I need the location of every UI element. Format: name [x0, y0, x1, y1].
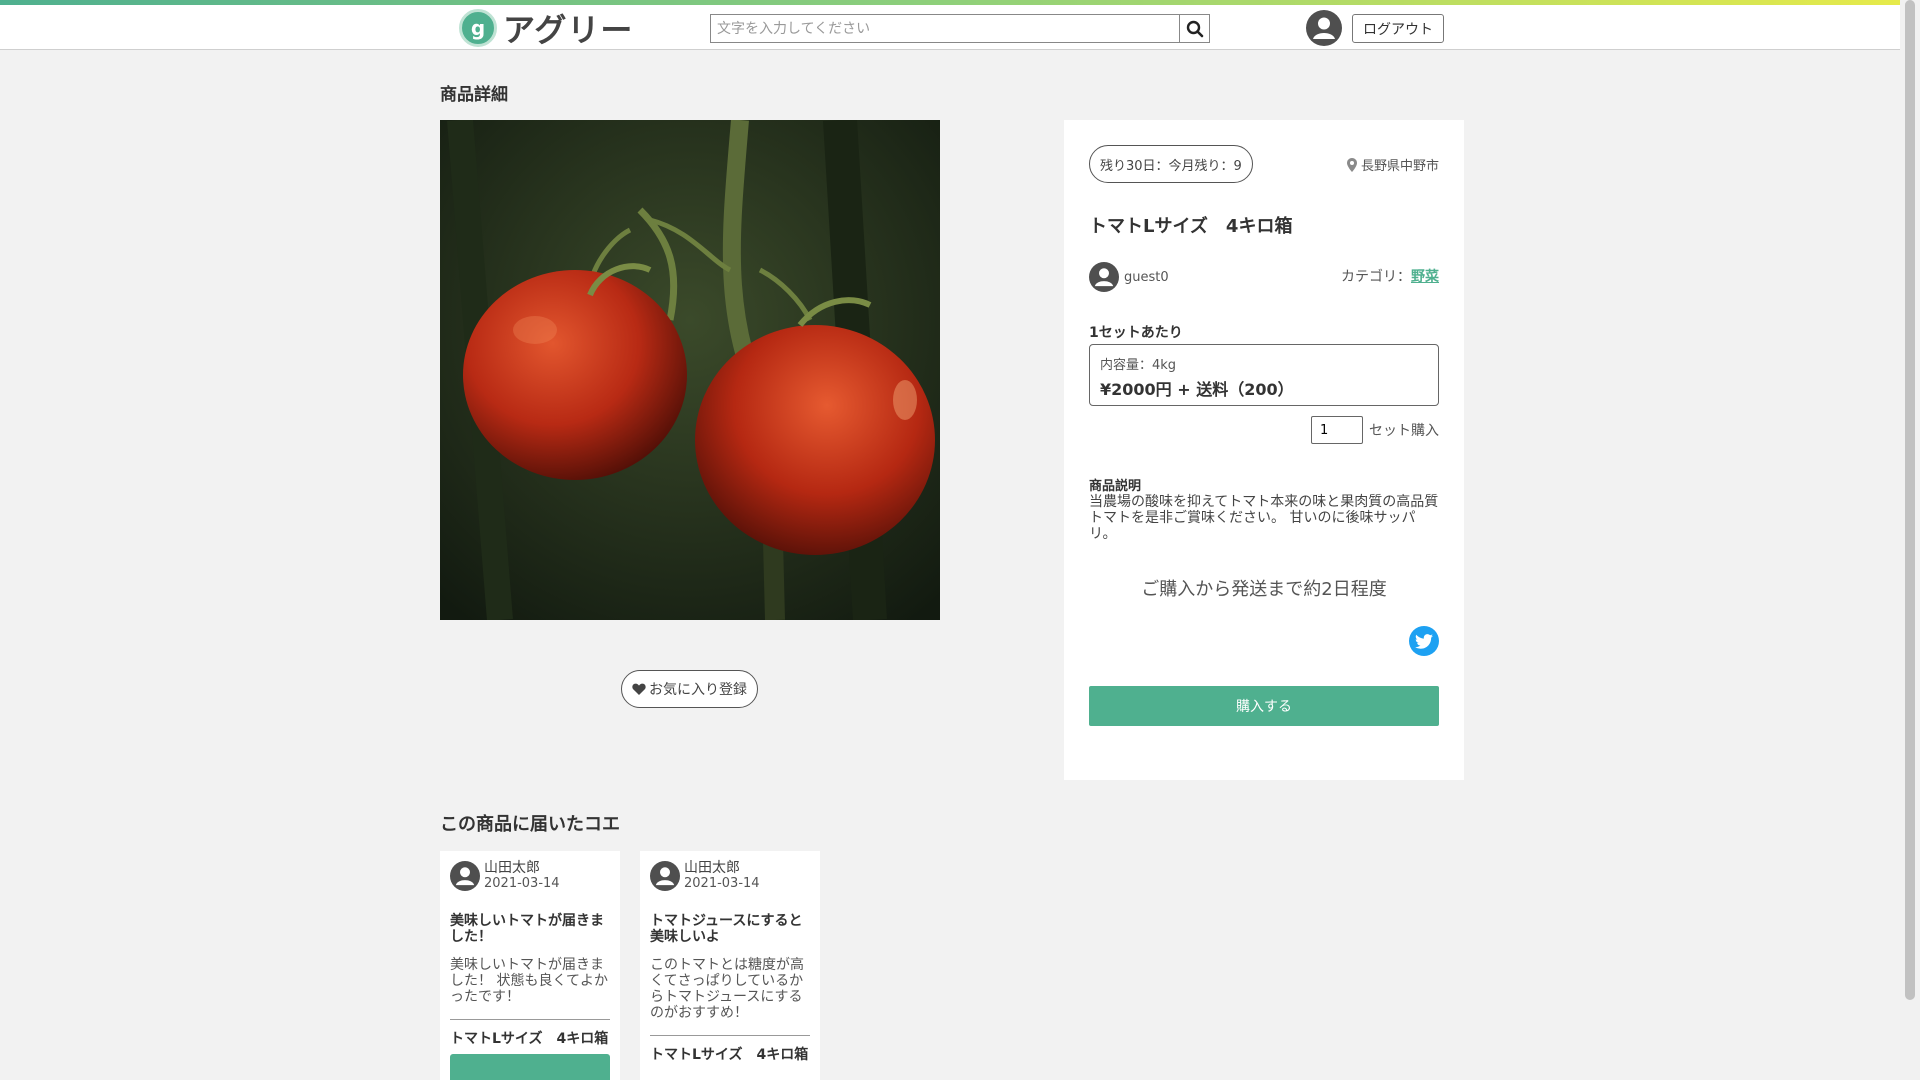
- reviewer-name: 山田太郎: [684, 860, 740, 876]
- set-purchase-label: セット購入: [1369, 423, 1439, 439]
- seller[interactable]: guest0: [1089, 262, 1169, 292]
- logo-text: アグリー: [503, 11, 634, 49]
- twitter-share-button[interactable]: [1409, 626, 1439, 656]
- seller-name: guest0: [1124, 269, 1169, 285]
- search-icon: [1186, 20, 1203, 37]
- header-gradient-stripe: [0, 0, 1900, 5]
- voice-divider: [450, 1019, 610, 1020]
- voice-body: このトマトとは糖度が高くてさっぱりしているからトマトジュースにするのがおすすめ！: [650, 957, 804, 1021]
- scrollbar-thumb[interactable]: [1905, 0, 1915, 1000]
- voice-card[interactable]: 山田太郎 2021-03-14 トマトジュースにすると美味しいよ このトマトとは…: [640, 851, 820, 1080]
- top-bar: g アグリー ログアウト: [0, 0, 1900, 50]
- location: 長野県中野市: [1346, 155, 1439, 174]
- twitter-icon: [1415, 633, 1433, 649]
- favorite-label: お気に入り登録: [649, 681, 747, 697]
- review-date: 2021-03-14: [684, 876, 760, 891]
- price: ¥2000円 + 送料（200）: [1100, 380, 1294, 399]
- location-pin-icon: [1346, 157, 1357, 172]
- voice-body: 美味しいトマトが届きました！ 状態も良くてよかったです！: [450, 957, 609, 1005]
- shipping-note: ご購入から発送まで約2日程度: [1141, 579, 1387, 600]
- category: カテゴリ：野菜: [1341, 266, 1439, 286]
- page-title: 商品詳細: [440, 85, 508, 105]
- location-text: 長野県中野市: [1360, 159, 1439, 174]
- review-date: 2021-03-14: [484, 876, 560, 891]
- content-quantity: 内容量：4kg: [1100, 358, 1177, 373]
- voice-product: トマトLサイズ 4キロ箱: [650, 1047, 809, 1063]
- heart-icon: [632, 683, 646, 695]
- user-avatar-icon[interactable]: [1306, 10, 1342, 46]
- product-title: トマトLサイズ 4キロ箱: [1089, 216, 1293, 237]
- description-title: 商品説明: [1089, 479, 1142, 494]
- voices-title: この商品に届いたコエ: [440, 814, 620, 835]
- page-scrollbar[interactable]: [1900, 0, 1920, 1080]
- set-quantity-row: セット購入: [1311, 416, 1439, 444]
- category-label: カテゴリ：: [1341, 269, 1411, 285]
- favorite-button[interactable]: お気に入り登録: [621, 670, 758, 708]
- buy-button[interactable]: 購入する: [1089, 686, 1439, 726]
- voice-title: トマトジュースにすると美味しいよ: [650, 913, 803, 945]
- voice-divider: [650, 1035, 810, 1036]
- voice-title: 美味しいトマトが届きました！: [450, 913, 604, 945]
- reviewer-name: 山田太郎: [484, 860, 540, 876]
- product-detail-panel: 残り30日：今月残り：9 長野県中野市 トマトLサイズ 4キロ箱 guest0 …: [1064, 120, 1464, 780]
- search-button[interactable]: [1179, 15, 1209, 42]
- description-text: 当農場の酸味を抑えてトマト本来の味と果肉質の高品質トマトを是非ご賞味ください。 …: [1089, 494, 1439, 542]
- voice-card-header: 山田太郎 2021-03-14: [650, 861, 810, 891]
- voice-card-header: 山田太郎 2021-03-14: [450, 861, 610, 891]
- seller-avatar-icon: [1089, 262, 1119, 292]
- reviewer-avatar-icon: [450, 861, 480, 891]
- search-input[interactable]: [711, 15, 1179, 42]
- logout-button[interactable]: ログアウト: [1352, 14, 1444, 43]
- product-image: [440, 120, 940, 620]
- voice-product: トマトLサイズ 4キロ箱: [450, 1031, 609, 1047]
- category-link[interactable]: 野菜: [1411, 269, 1439, 285]
- voice-card[interactable]: 山田太郎 2021-03-14 美味しいトマトが届きました！ 美味しいトマトが届…: [440, 851, 620, 1080]
- voice-product-button[interactable]: [450, 1054, 610, 1080]
- search-bar: [710, 14, 1210, 43]
- price-box: 内容量：4kg ¥2000円 + 送料（200）: [1089, 344, 1439, 406]
- site-logo[interactable]: g アグリー: [459, 9, 633, 49]
- logo-mark-icon: g: [459, 9, 497, 47]
- per-set-label: 1セットあたり: [1089, 325, 1183, 341]
- set-quantity-input[interactable]: [1311, 416, 1363, 444]
- reviewer-avatar-icon: [650, 861, 680, 891]
- remaining-badge: 残り30日：今月残り：9: [1089, 145, 1253, 183]
